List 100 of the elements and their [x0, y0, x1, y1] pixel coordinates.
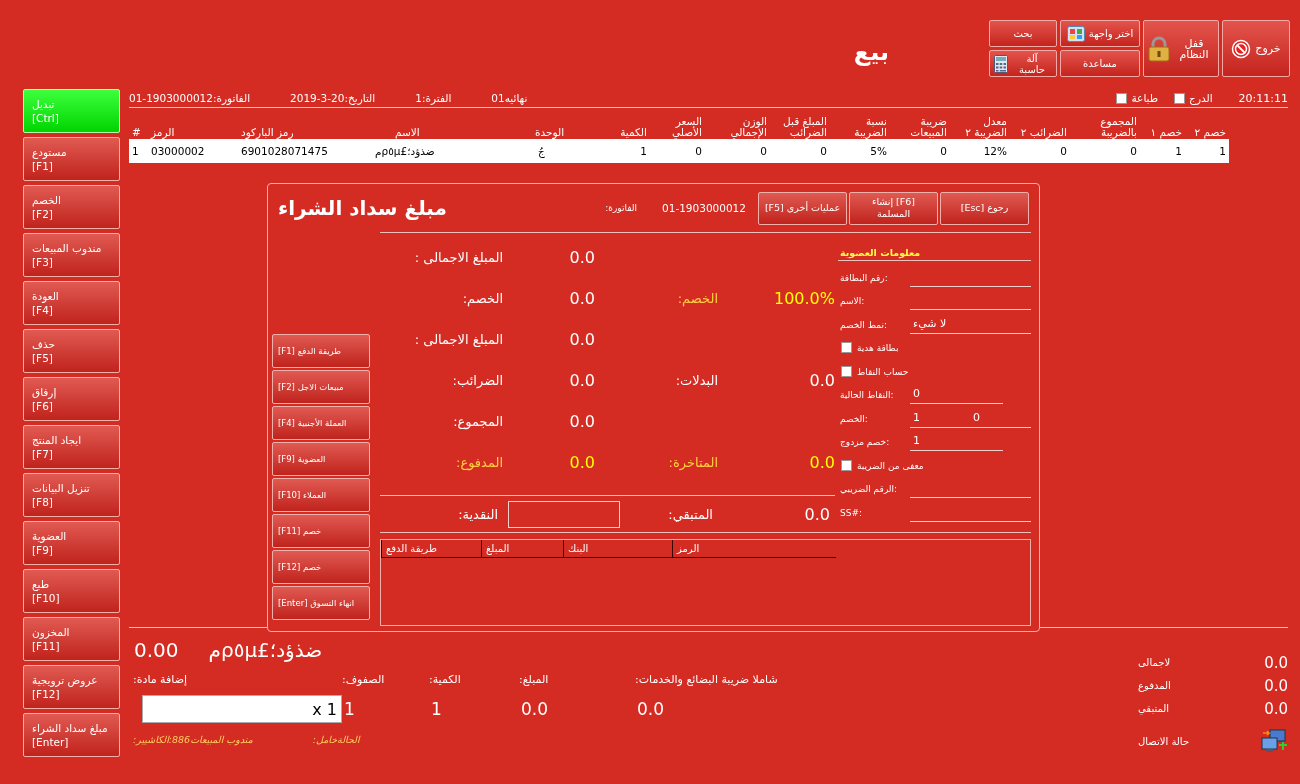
toolbar-button[interactable]: خروج: [1222, 20, 1290, 77]
remaining-value: 0.0: [803, 504, 830, 524]
table-cell-text: 0: [759, 145, 768, 157]
summary-value: 100.0%: [773, 289, 835, 308]
action-button[interactable]: [F9] العضوية: [272, 442, 370, 476]
action-button[interactable]: [F2] مبيعات الاجل: [272, 370, 370, 404]
input-field[interactable]: 1: [910, 431, 1003, 451]
summary-label: :الضرائب: [451, 373, 503, 388]
toolbar-button[interactable]: اختر واجهة: [1060, 20, 1140, 47]
summary-label: :البدلات: [674, 373, 718, 388]
input-field[interactable]: لا شيء: [910, 313, 1031, 334]
summary-label: : المبلغ الاجمالى: [413, 250, 503, 265]
sidebar-button[interactable]: ايجاد المنتج [F7]: [23, 425, 120, 469]
table-cell-text: 0: [819, 145, 828, 157]
figure-label: :المبلغ: [519, 672, 550, 686]
info-text: 01-1903000012:الفاتورة: [129, 92, 251, 104]
checkbox[interactable]: [841, 459, 852, 471]
sidebar-button[interactable]: طبع [F10]: [23, 569, 120, 613]
table-cell-text: 0: [1059, 145, 1068, 157]
input-field[interactable]: 0: [910, 384, 1003, 404]
sidebar-button[interactable]: مندوب المبيعات [F3]: [23, 233, 120, 277]
add-item-field[interactable]: x 1: [142, 695, 342, 723]
toolbar-button[interactable]: مساعدة: [1060, 50, 1140, 77]
toolbar-button[interactable]: قفل النظام: [1143, 20, 1219, 77]
sidebar-button[interactable]: المخزون [F11]: [23, 617, 120, 661]
checkbox[interactable]: [1116, 92, 1128, 104]
info-text: 2019-3-20:التاريخ: [290, 92, 376, 104]
input-field[interactable]: 1: [910, 407, 970, 428]
column-header: معدل الضريبة ٢: [964, 116, 1008, 138]
lock-icon: [1148, 35, 1170, 62]
dialog-button[interactable]: إنشاء [F6] المسلمة: [849, 191, 938, 225]
table-cell-text: 0: [1129, 145, 1138, 157]
column-header: الرمز: [149, 127, 176, 138]
action-button[interactable]: [F4] العملة الأجنبية: [272, 406, 370, 440]
toolbar-button[interactable]: آلة حاسبة: [989, 50, 1057, 77]
column-header: الضرائب ٢: [1019, 127, 1068, 138]
dialog-button[interactable]: [F5] عمليات أخرى: [758, 191, 847, 225]
table-cell-text: 03000002: [150, 145, 206, 157]
column-header: الرمز: [672, 540, 836, 557]
figure-value: 1: [343, 699, 356, 719]
total-value: 0.0: [1264, 699, 1288, 718]
section-title: معلومات العضوية: [838, 245, 1031, 261]
table-cell-text: 1: [1174, 145, 1183, 157]
network-computers-icon: [1260, 729, 1288, 753]
checkbox-label: طباعة: [1131, 92, 1159, 104]
column-header: خصم ٢: [1193, 127, 1227, 138]
sidebar-button[interactable]: إرفاق [F6]: [23, 377, 120, 421]
info-text: 1:الفترة: [415, 92, 452, 104]
column-header: المبلغ: [481, 540, 563, 557]
field-label: الرقم الضريبي:: [839, 484, 899, 497]
sidebar-button[interactable]: العضوية [F9]: [23, 521, 120, 565]
action-button[interactable]: [Enter] انهاء التسوق: [272, 586, 370, 620]
field-label: النقاط الحالية:: [839, 390, 895, 402]
toolbar-button[interactable]: بحث: [989, 20, 1057, 47]
action-button[interactable]: [F11] خصم: [272, 514, 370, 548]
sidebar-button[interactable]: تنزيل البيانات [F8]: [23, 473, 120, 517]
dialog-title: مبلغ سداد الشراء: [278, 196, 447, 220]
column-header: خصم ١: [1149, 127, 1183, 138]
action-button[interactable]: [F12] خصم: [272, 550, 370, 584]
summary-label: :المدفوع: [455, 455, 503, 470]
sidebar-button[interactable]: مستودع [F1]: [23, 137, 120, 181]
dialog-button[interactable]: [Esc] رجوع: [940, 191, 1029, 225]
field-label: الاسم:: [839, 296, 866, 308]
field-label: نمط الخصم:: [839, 319, 888, 332]
table-cell-text: مρ٥µ£ضذؤد؛: [374, 145, 436, 157]
remaining-label: :المتبقي: [667, 506, 713, 522]
total-amount: 0.00: [134, 638, 179, 662]
checkbox-label: بطاقة هدية: [857, 343, 899, 355]
sidebar-button[interactable]: عروض ترويجية [F12]: [23, 665, 120, 709]
sidebar-button[interactable]: الخصم [F2]: [23, 185, 120, 229]
field-label: SS#:: [839, 507, 863, 520]
status-text: :الحالةخامل: [312, 734, 360, 745]
field-label: خصم مزدوج:: [839, 437, 891, 450]
checkbox[interactable]: [841, 342, 852, 353]
column-header: الكمية: [619, 127, 648, 138]
column-header: السعر الأصلي: [670, 116, 703, 138]
sidebar-button[interactable]: مبلغ سداد الشراء [Enter]: [23, 713, 120, 757]
column-header: طريقة الدفع: [381, 540, 481, 557]
total-label: لاجمالى: [1138, 657, 1171, 668]
checkbox-label: الدرج: [1189, 92, 1213, 104]
figure-label: :الصفوف: [342, 672, 386, 686]
summary-value: 0.0: [568, 371, 595, 390]
sidebar-button[interactable]: العودة [F4]: [23, 281, 120, 325]
field-label: الخصم:: [839, 413, 869, 426]
cash-label: :النقدية: [457, 506, 498, 522]
figure-value: 0.0: [636, 699, 666, 719]
checkbox[interactable]: [1174, 92, 1186, 104]
input-field[interactable]: 0: [970, 407, 1031, 428]
checkbox[interactable]: [841, 365, 852, 377]
summary-label: :الخصم: [676, 291, 718, 306]
figure-value: 1: [430, 699, 443, 719]
cash-field[interactable]: [508, 500, 620, 528]
summary-value: 0.0: [568, 453, 595, 472]
column-header: رمز الباركود: [240, 127, 295, 138]
action-button[interactable]: [F10] العملاء: [272, 478, 370, 512]
table-cell-text: 1: [1218, 145, 1227, 157]
column-header: #: [131, 127, 142, 138]
sidebar-button[interactable]: حذف [F5]: [23, 329, 120, 373]
action-button[interactable]: [F1] طريقة الدفع: [272, 334, 370, 368]
summary-label: :المتاخرة: [667, 455, 718, 470]
